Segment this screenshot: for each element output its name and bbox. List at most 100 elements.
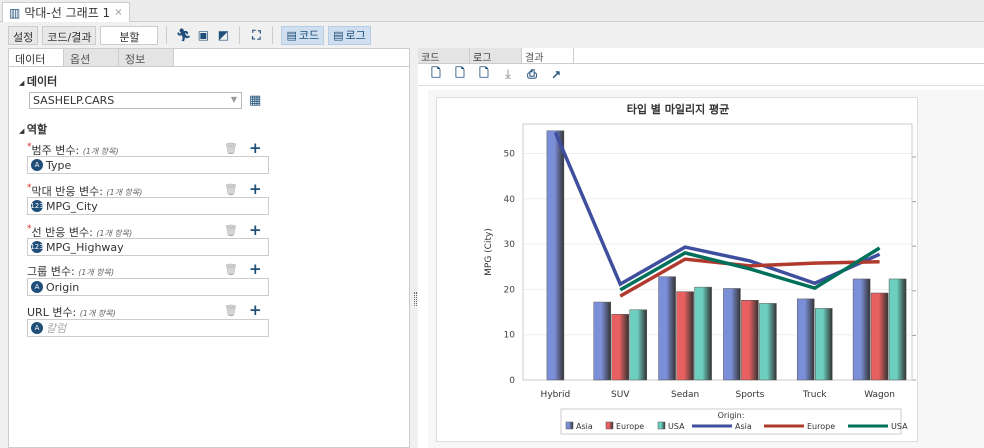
plus-icon[interactable]: + — [249, 262, 262, 277]
divider — [239, 26, 241, 44]
char-var-icon: A — [31, 322, 43, 334]
maximize-icon[interactable]: ⛶ — [248, 27, 264, 43]
chart-icon: ▥ — [9, 5, 21, 20]
split-button[interactable]: 분할 — [100, 25, 159, 45]
legend-swatch — [605, 421, 614, 430]
plus-icon[interactable]: + — [249, 182, 262, 197]
bar-europe — [611, 314, 629, 381]
role-label-group: 그룹 변수: (1개 항목) — [27, 265, 115, 278]
bar-asia — [723, 288, 741, 381]
document-tab-bar: ▥ 막대-선 그래프 1 × — [0, 0, 984, 22]
bar-asia — [546, 130, 565, 381]
y-tick-label: 10 — [504, 331, 516, 341]
html-export-icon[interactable]: 🗋︎ — [428, 66, 444, 83]
code-icon: ▤ — [286, 28, 297, 42]
bar-usa — [759, 303, 777, 381]
close-tab-icon[interactable]: × — [114, 7, 122, 18]
role-field-line-response[interactable]: 123 MPG_Highway — [27, 238, 269, 256]
save-icon[interactable]: ▣ — [195, 27, 211, 43]
legend-label: Asia — [735, 422, 752, 431]
legend-label: Europe — [616, 422, 644, 431]
y-tick-label: 20 — [504, 285, 516, 295]
role-value: Type — [46, 158, 72, 172]
save-as-icon[interactable]: ◩ — [215, 27, 231, 43]
trash-icon[interactable]: 🗑︎ — [224, 224, 238, 237]
bar-asia — [593, 301, 611, 381]
tab-info[interactable]: 정보 — [119, 49, 174, 66]
log-icon: ▤ — [333, 28, 344, 42]
results-panel: 코드 로그 결과 🗋︎ 🗋︎ 🗋︎ ⤓ ⎙ ↗ 타입 별 마일리지 평균0010… — [418, 48, 984, 448]
trash-icon[interactable]: 🗑︎ — [224, 142, 238, 155]
code-toggle-label: 코드 — [298, 29, 320, 42]
numeric-var-icon: 123 — [30, 200, 44, 212]
legend-label: Asia — [576, 422, 593, 431]
table-browse-icon[interactable]: ▦ — [249, 93, 261, 108]
results-toolbar: 🗋︎ 🗋︎ 🗋︎ ⤓ ⎙ ↗ — [418, 64, 984, 86]
bar-asia — [852, 278, 871, 381]
role-field-group[interactable]: A Origin — [27, 278, 269, 296]
document-tab[interactable]: ▥ 막대-선 그래프 1 × — [2, 2, 130, 22]
char-var-icon: A — [31, 281, 43, 293]
divider — [272, 26, 274, 44]
pdf-export-icon[interactable]: 🗋︎ — [452, 66, 468, 83]
run-icon[interactable]: 🏃︎ — [175, 27, 191, 43]
main-toolbar: 설정 코드/결과 분할 🏃︎ ▣ ◩ ⛶ ▤ 코드 ▤ 로그 — [8, 24, 984, 46]
bar-europe — [741, 300, 759, 381]
bar-usa — [629, 309, 647, 381]
bar-asia — [797, 298, 815, 381]
role-value: MPG_City — [46, 199, 98, 213]
role-value: Origin — [46, 280, 80, 294]
chart-title: 타입 별 마일리지 평균 — [627, 102, 730, 116]
x-tick-label: Wagon — [864, 390, 895, 400]
divider — [166, 26, 168, 44]
roles-section-header[interactable]: 역할 — [19, 121, 47, 137]
bar-europe — [676, 291, 694, 381]
print-icon[interactable]: ⎙ — [524, 67, 540, 83]
expand-icon[interactable]: ↗ — [548, 67, 564, 83]
settings-panel: 데이터 옵션 정보 데이터 SASHELP.CARS ▼ ▦ 역할 *범주 변수… — [8, 48, 410, 448]
plus-icon[interactable]: + — [249, 141, 262, 156]
settings-button[interactable]: 설정 — [8, 25, 39, 45]
download-icon[interactable]: ⤓ — [500, 67, 516, 83]
x-tick-label: Sports — [735, 390, 764, 400]
role-label-url: URL 변수: (1개 항목) — [27, 306, 116, 319]
trash-icon[interactable]: 🗑︎ — [224, 304, 238, 317]
dataset-select[interactable]: SASHELP.CARS ▼ — [29, 92, 242, 109]
bar-europe — [870, 292, 889, 381]
tab-code[interactable]: 코드 — [418, 48, 470, 64]
y-axis-label: MPG (City) — [484, 228, 494, 276]
code-results-button[interactable]: 코드/결과 — [42, 25, 97, 45]
chart-container: 타입 별 마일리지 평균0010102020303040405050MPG (C… — [436, 97, 951, 442]
role-field-bar-response[interactable]: 123 MPG_City — [27, 197, 269, 215]
tab-log[interactable]: 로그 — [470, 48, 522, 64]
panel-splitter[interactable] — [414, 292, 417, 306]
legend-label: Europe — [807, 422, 835, 431]
x-tick-label: Hybrid — [541, 390, 571, 400]
tab-results[interactable]: 결과 — [522, 48, 574, 64]
tab-data[interactable]: 데이터 — [9, 49, 64, 66]
role-field-url[interactable]: A 칼럼 — [27, 319, 269, 337]
rtf-export-icon[interactable]: 🗋︎ — [476, 66, 492, 83]
bar-line-chart: 타입 별 마일리지 평균0010102020303040405050MPG (C… — [484, 102, 951, 435]
legend-swatch — [657, 421, 666, 430]
y-tick-label: 30 — [504, 240, 516, 250]
trash-icon[interactable]: 🗑︎ — [224, 263, 238, 276]
plus-icon[interactable]: + — [249, 223, 262, 238]
y-tick-label: 40 — [504, 195, 516, 205]
log-toggle[interactable]: ▤ 로그 — [328, 25, 371, 45]
trash-icon[interactable]: 🗑︎ — [224, 183, 238, 196]
bar-usa — [815, 308, 833, 381]
log-toggle-label: 로그 — [345, 29, 366, 42]
bar-usa — [888, 278, 907, 381]
bar-asia — [658, 276, 676, 381]
chevron-down-icon: ▼ — [230, 95, 237, 104]
char-var-icon: A — [31, 159, 43, 171]
legend-title: Origin: — [718, 411, 745, 420]
role-field-category[interactable]: A Type — [27, 156, 269, 174]
results-canvas: 타입 별 마일리지 평균0010102020303040405050MPG (C… — [428, 90, 984, 448]
tab-options[interactable]: 옵션 — [64, 49, 119, 66]
plus-icon[interactable]: + — [249, 303, 262, 318]
y-tick-label: 0 — [509, 376, 515, 386]
data-section-header[interactable]: 데이터 — [19, 73, 57, 89]
code-toggle[interactable]: ▤ 코드 — [281, 25, 325, 45]
